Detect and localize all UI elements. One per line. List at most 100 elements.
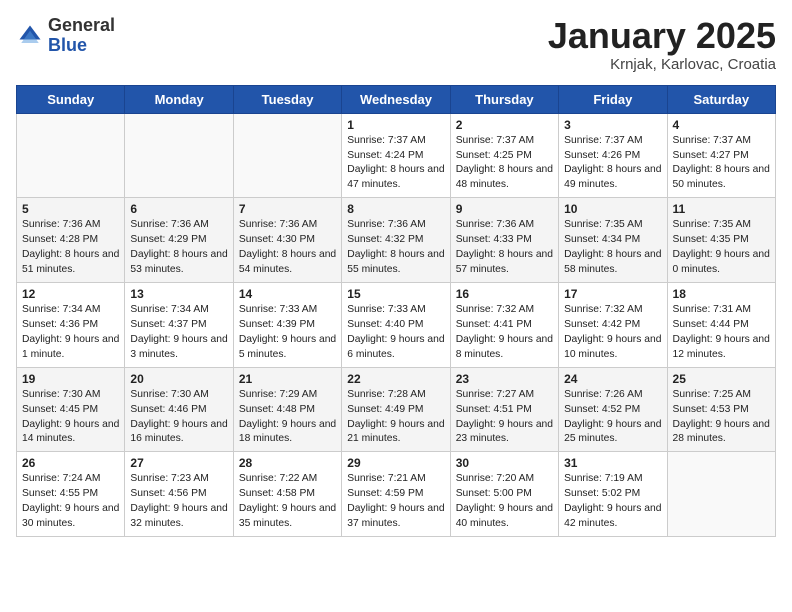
day-info: Sunrise: 7:36 AMSunset: 4:33 PMDaylight:… [456, 218, 553, 278]
day-number: 12 [22, 287, 119, 301]
day-number: 18 [673, 287, 770, 301]
day-info: Sunrise: 7:33 AMSunset: 4:39 PMDaylight:… [239, 303, 336, 363]
calendar-week-row: 26 Sunrise: 7:24 AMSunset: 4:55 PMDayligh… [17, 452, 776, 537]
calendar-cell: 19Sunrise: 7:30 AMSunset: 4:45 PMDayligh… [17, 367, 125, 452]
calendar-cell [667, 452, 775, 537]
day-info: Sunrise: 7:28 AMSunset: 4:49 PMDaylight:… [347, 388, 444, 448]
calendar-cell: 14 Sunrise: 7:33 AMSunset: 4:39 PMDayligh… [233, 282, 341, 367]
day-info: Sunrise: 7:34 AMSunset: 4:37 PMDaylight:… [130, 303, 227, 363]
day-number: 26 [22, 456, 119, 470]
weekday-header-friday: Friday [559, 85, 667, 113]
day-info: Sunrise: 7:37 AMSunset: 4:24 PMDaylight:… [347, 134, 444, 194]
calendar-cell [17, 113, 125, 198]
calendar-cell: 24 Sunrise: 7:26 AMSunset: 4:52 PMDayligh… [559, 367, 667, 452]
calendar-cell: 30 Sunrise: 7:20 AMSunset: 5:00 PMDayligh… [450, 452, 558, 537]
day-number: 2 [456, 118, 553, 132]
calendar-cell: 4 Sunrise: 7:37 AMSunset: 4:27 PMDaylight… [667, 113, 775, 198]
day-info: Sunrise: 7:23 AMSunset: 4:56 PMDaylight:… [130, 472, 227, 532]
day-number: 4 [673, 118, 770, 132]
day-info: Sunrise: 7:20 AMSunset: 5:00 PMDaylight:… [456, 472, 553, 532]
weekday-header-monday: Monday [125, 85, 233, 113]
calendar-week-row: 12 Sunrise: 7:34 AMSunset: 4:36 PMDayligh… [17, 282, 776, 367]
day-info: Sunrise: 7:24 AMSunset: 4:55 PMDaylight:… [22, 472, 119, 532]
weekday-header-wednesday: Wednesday [342, 85, 450, 113]
day-number: 8 [347, 202, 444, 216]
day-number: 7 [239, 202, 336, 216]
calendar-week-row: 5 Sunrise: 7:36 AMSunset: 4:28 PMDaylight… [17, 198, 776, 283]
day-number: 5 [22, 202, 119, 216]
day-info: Sunrise: 7:35 AMSunset: 4:35 PMDaylight:… [673, 218, 770, 278]
day-info: Sunrise: 7:37 AMSunset: 4:25 PMDaylight:… [456, 134, 553, 194]
calendar-cell: 17 Sunrise: 7:32 AMSunset: 4:42 PMDayligh… [559, 282, 667, 367]
calendar-cell: 15 Sunrise: 7:33 AMSunset: 4:40 PMDayligh… [342, 282, 450, 367]
location-subtitle: Krnjak, Karlovac, Croatia [548, 56, 776, 73]
day-number: 3 [564, 118, 661, 132]
calendar-cell: 26 Sunrise: 7:24 AMSunset: 4:55 PMDayligh… [17, 452, 125, 537]
calendar-week-row: 1 Sunrise: 7:37 AMSunset: 4:24 PMDaylight… [17, 113, 776, 198]
day-info: Sunrise: 7:32 AMSunset: 4:41 PMDaylight:… [456, 303, 553, 363]
logo: General Blue [16, 16, 115, 56]
day-info: Sunrise: 7:22 AMSunset: 4:58 PMDaylight:… [239, 472, 336, 532]
calendar-week-row: 19Sunrise: 7:30 AMSunset: 4:45 PMDayligh… [17, 367, 776, 452]
calendar-cell: 25Sunrise: 7:25 AMSunset: 4:53 PMDayligh… [667, 367, 775, 452]
calendar-cell: 27Sunrise: 7:23 AMSunset: 4:56 PMDayligh… [125, 452, 233, 537]
day-info: Sunrise: 7:21 AMSunset: 4:59 PMDaylight:… [347, 472, 444, 532]
day-info: Sunrise: 7:29 AMSunset: 4:48 PMDaylight:… [239, 388, 336, 448]
day-info: Sunrise: 7:19 AMSunset: 5:02 PMDaylight:… [564, 472, 661, 532]
day-number: 13 [130, 287, 227, 301]
calendar-cell: 11Sunrise: 7:35 AMSunset: 4:35 PMDayligh… [667, 198, 775, 283]
page-header: General Blue January 2025 Krnjak, Karlov… [16, 16, 776, 73]
day-info: Sunrise: 7:33 AMSunset: 4:40 PMDaylight:… [347, 303, 444, 363]
calendar-cell: 23 Sunrise: 7:27 AMSunset: 4:51 PMDayligh… [450, 367, 558, 452]
day-number: 22 [347, 372, 444, 386]
calendar-cell [233, 113, 341, 198]
calendar-cell: 6Sunrise: 7:36 AMSunset: 4:29 PMDaylight… [125, 198, 233, 283]
day-number: 24 [564, 372, 661, 386]
title-block: January 2025 Krnjak, Karlovac, Croatia [548, 16, 776, 73]
day-number: 25 [673, 372, 770, 386]
calendar-cell: 29Sunrise: 7:21 AMSunset: 4:59 PMDayligh… [342, 452, 450, 537]
day-info: Sunrise: 7:37 AMSunset: 4:27 PMDaylight:… [673, 134, 770, 194]
calendar-cell: 3 Sunrise: 7:37 AMSunset: 4:26 PMDaylight… [559, 113, 667, 198]
day-number: 15 [347, 287, 444, 301]
calendar-cell: 1 Sunrise: 7:37 AMSunset: 4:24 PMDaylight… [342, 113, 450, 198]
day-info: Sunrise: 7:36 AMSunset: 4:28 PMDaylight:… [22, 218, 119, 278]
day-number: 21 [239, 372, 336, 386]
calendar-cell: 9 Sunrise: 7:36 AMSunset: 4:33 PMDaylight… [450, 198, 558, 283]
day-number: 20 [130, 372, 227, 386]
day-number: 14 [239, 287, 336, 301]
calendar-cell: 21 Sunrise: 7:29 AMSunset: 4:48 PMDayligh… [233, 367, 341, 452]
day-number: 1 [347, 118, 444, 132]
day-number: 9 [456, 202, 553, 216]
day-info: Sunrise: 7:26 AMSunset: 4:52 PMDaylight:… [564, 388, 661, 448]
day-number: 10 [564, 202, 661, 216]
weekday-header-row: SundayMondayTuesdayWednesdayThursdayFrid… [17, 85, 776, 113]
calendar-cell: 18Sunrise: 7:31 AMSunset: 4:44 PMDayligh… [667, 282, 775, 367]
day-info: Sunrise: 7:27 AMSunset: 4:51 PMDaylight:… [456, 388, 553, 448]
day-number: 23 [456, 372, 553, 386]
weekday-header-tuesday: Tuesday [233, 85, 341, 113]
day-info: Sunrise: 7:35 AMSunset: 4:34 PMDaylight:… [564, 218, 661, 278]
day-info: Sunrise: 7:30 AMSunset: 4:46 PMDaylight:… [130, 388, 227, 448]
calendar-cell: 5 Sunrise: 7:36 AMSunset: 4:28 PMDaylight… [17, 198, 125, 283]
day-info: Sunrise: 7:36 AMSunset: 4:30 PMDaylight:… [239, 218, 336, 278]
calendar-cell: 8 Sunrise: 7:36 AMSunset: 4:32 PMDaylight… [342, 198, 450, 283]
calendar-cell: 2 Sunrise: 7:37 AMSunset: 4:25 PMDaylight… [450, 113, 558, 198]
day-number: 28 [239, 456, 336, 470]
day-number: 17 [564, 287, 661, 301]
day-info: Sunrise: 7:36 AMSunset: 4:29 PMDaylight:… [130, 218, 227, 278]
calendar-cell: 31Sunrise: 7:19 AMSunset: 5:02 PMDayligh… [559, 452, 667, 537]
day-number: 16 [456, 287, 553, 301]
day-info: Sunrise: 7:37 AMSunset: 4:26 PMDaylight:… [564, 134, 661, 194]
calendar-cell: 28 Sunrise: 7:22 AMSunset: 4:58 PMDayligh… [233, 452, 341, 537]
weekday-header-saturday: Saturday [667, 85, 775, 113]
day-number: 30 [456, 456, 553, 470]
calendar-cell: 13 Sunrise: 7:34 AMSunset: 4:37 PMDayligh… [125, 282, 233, 367]
logo-blue-text: Blue [48, 35, 87, 55]
calendar-table: SundayMondayTuesdayWednesdayThursdayFrid… [16, 85, 776, 537]
calendar-cell: 22 Sunrise: 7:28 AMSunset: 4:49 PMDayligh… [342, 367, 450, 452]
day-info: Sunrise: 7:34 AMSunset: 4:36 PMDaylight:… [22, 303, 119, 363]
day-info: Sunrise: 7:32 AMSunset: 4:42 PMDaylight:… [564, 303, 661, 363]
day-info: Sunrise: 7:36 AMSunset: 4:32 PMDaylight:… [347, 218, 444, 278]
calendar-cell [125, 113, 233, 198]
